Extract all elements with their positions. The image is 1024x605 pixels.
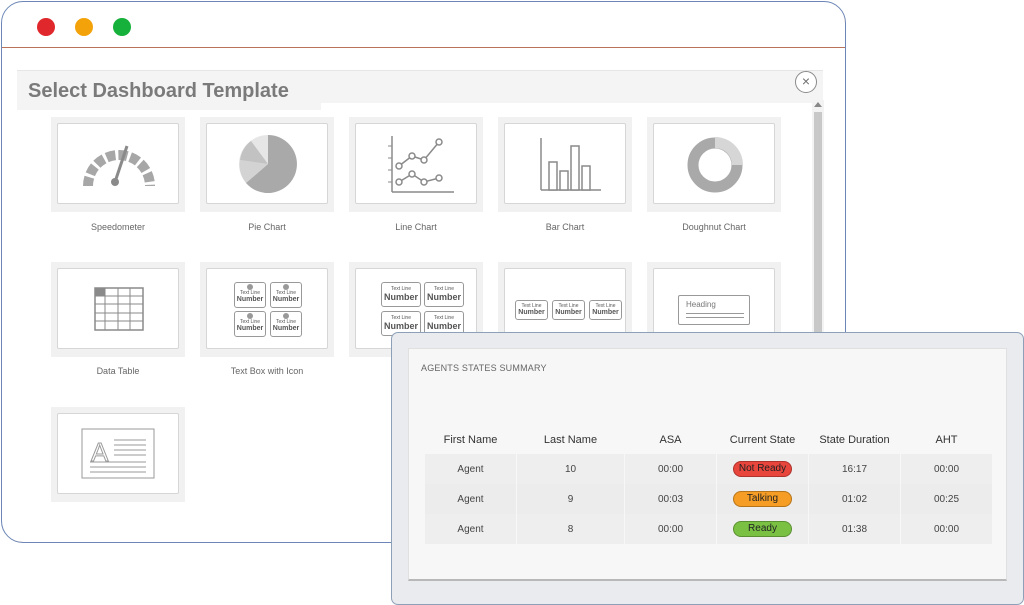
preview-number: Number xyxy=(272,325,300,332)
template-label: Bar Chart xyxy=(545,222,585,232)
template-data-table[interactable] xyxy=(51,262,185,357)
preview-box: Text Line Number xyxy=(234,311,266,337)
line-chart-icon xyxy=(388,136,454,193)
title-bar xyxy=(2,2,845,48)
template-text-box-with-icon[interactable]: Text Line Number Text Line Number Text Lin… xyxy=(200,262,334,357)
preview-number: Number xyxy=(555,309,582,316)
cell-current-state: Not Ready xyxy=(717,454,808,484)
column-header[interactable]: ASA xyxy=(625,426,716,454)
status-badge-ready: Ready xyxy=(733,521,792,537)
text-box-with-icon-preview: Text Line Number Text Line Number Text Lin… xyxy=(206,268,328,349)
preview-line xyxy=(686,317,744,318)
template-label: Text Box with Icon xyxy=(230,366,304,376)
preview-box: Text Line Number xyxy=(270,311,302,337)
preview-box: Text Line Number xyxy=(381,282,421,307)
bar-chart-icon xyxy=(540,138,601,191)
status-badge-not-ready: Not Ready xyxy=(733,461,792,477)
preview-box: Text Line Number xyxy=(270,282,302,308)
cell-state-duration: 16:17 xyxy=(809,454,900,484)
preview-number: Number xyxy=(272,296,300,303)
cell-last-name: 9 xyxy=(517,484,624,514)
preview-box: Text Line Number xyxy=(234,282,266,308)
column-header[interactable]: Last Name xyxy=(517,426,624,454)
column-header[interactable]: State Duration xyxy=(809,426,900,454)
preview-number: Number xyxy=(426,321,461,331)
cell-current-state: Talking xyxy=(717,484,808,514)
cell-asa: 00:00 xyxy=(625,454,716,484)
template-pie-chart[interactable] xyxy=(200,117,334,212)
window-maximize-button[interactable] xyxy=(113,18,131,36)
template-preview xyxy=(206,123,328,204)
preview-number: Number xyxy=(426,292,461,302)
template-preview xyxy=(57,123,179,204)
cell-state-duration: 01:02 xyxy=(809,484,900,514)
preview-heading-box: Heading xyxy=(678,295,750,325)
cell-aht: 00:00 xyxy=(901,454,992,484)
preview-heading: Heading xyxy=(686,300,716,309)
cell-aht: 00:25 xyxy=(901,484,992,514)
template-speedometer[interactable] xyxy=(51,117,185,212)
template-text-block[interactable]: A xyxy=(51,407,185,502)
template-line-chart[interactable] xyxy=(349,117,483,212)
column-header[interactable]: First Name xyxy=(425,426,516,454)
cell-last-name: 8 xyxy=(517,514,624,544)
scroll-up-arrow-icon[interactable] xyxy=(814,102,822,107)
preview-line xyxy=(686,313,744,314)
cell-last-name: 10 xyxy=(517,454,624,484)
preview-number: Number xyxy=(518,309,545,316)
data-table-icon xyxy=(94,287,144,331)
pie-chart-icon xyxy=(239,135,297,193)
preview-box: Text Line Number xyxy=(424,282,464,307)
template-bar-chart[interactable] xyxy=(498,117,632,212)
summary-panel: AGENTS STATES SUMMARY First Name Last Na… xyxy=(408,348,1007,581)
status-badge-talking: Talking xyxy=(733,491,792,507)
header-divider xyxy=(321,103,841,113)
modal-title: Select Dashboard Template xyxy=(28,80,289,102)
template-preview xyxy=(57,268,179,349)
column-header[interactable]: Current State xyxy=(717,426,808,454)
preview-number: Number xyxy=(592,309,619,316)
text-block-icon: A xyxy=(81,428,155,479)
table-header-row: First Name Last Name ASA Current State S… xyxy=(425,426,992,454)
template-label: Line Chart xyxy=(395,222,437,232)
template-label: Pie Chart xyxy=(248,222,286,232)
window-close-button[interactable] xyxy=(37,18,55,36)
cell-aht: 00:00 xyxy=(901,514,992,544)
preview-box: Text Line Number xyxy=(552,300,585,320)
column-header[interactable]: AHT xyxy=(901,426,992,454)
template-label: Data Table xyxy=(96,366,140,376)
speedometer-icon xyxy=(83,145,155,187)
preview-number: Number xyxy=(236,296,264,303)
agents-table: First Name Last Name ASA Current State S… xyxy=(424,426,993,544)
template-preview xyxy=(504,123,626,204)
preview-number: Number xyxy=(383,321,418,331)
template-preview: A xyxy=(57,413,179,494)
template-preview xyxy=(653,123,775,204)
preview-box: Text Line Number xyxy=(589,300,622,320)
doughnut-chart-icon xyxy=(687,137,743,193)
cell-first-name: Agent xyxy=(425,484,516,514)
cell-first-name: Agent xyxy=(425,454,516,484)
table-row: Agent 9 00:03 Talking 01:02 00:25 xyxy=(425,484,992,514)
cell-state-duration: 01:38 xyxy=(809,514,900,544)
preview-number: Number xyxy=(236,325,264,332)
table-row: Agent 8 00:00 Ready 01:38 00:00 xyxy=(425,514,992,544)
summary-title: AGENTS STATES SUMMARY xyxy=(421,363,547,373)
agents-summary-card: AGENTS STATES SUMMARY First Name Last Na… xyxy=(391,332,1024,605)
template-preview xyxy=(355,123,477,204)
template-doughnut-chart[interactable] xyxy=(647,117,781,212)
cell-asa: 00:03 xyxy=(625,484,716,514)
close-icon[interactable]: × xyxy=(795,71,817,93)
preview-box: Text Line Number xyxy=(515,300,548,320)
window-minimize-button[interactable] xyxy=(75,18,93,36)
modal-header: Select Dashboard Template xyxy=(17,70,841,113)
cell-current-state: Ready xyxy=(717,514,808,544)
cell-first-name: Agent xyxy=(425,514,516,544)
template-label: Doughnut Chart xyxy=(682,222,746,232)
preview-number: Number xyxy=(383,292,418,302)
template-label: Speedometer xyxy=(90,222,146,232)
cell-asa: 00:00 xyxy=(625,514,716,544)
table-row: Agent 10 00:00 Not Ready 16:17 00:00 xyxy=(425,454,992,484)
